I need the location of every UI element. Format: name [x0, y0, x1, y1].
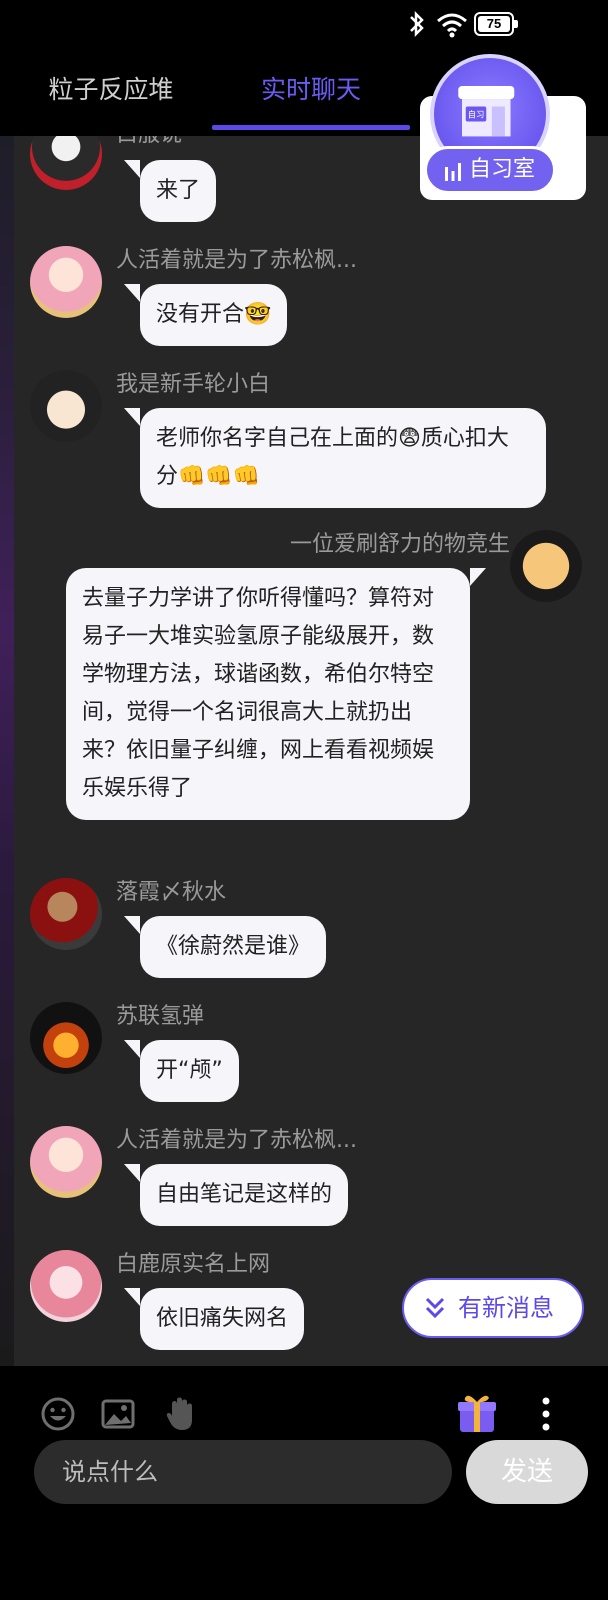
bluetooth-icon	[410, 10, 424, 38]
emoji-icon[interactable]	[40, 1396, 76, 1432]
wifi-icon	[437, 13, 467, 38]
new-messages-label: 有新消息	[458, 1294, 554, 1322]
sender-name: 人活着就是为了赤松枫...	[116, 1128, 357, 1153]
sender-name: 白鹿原实名上网	[116, 1252, 271, 1277]
avatar[interactable]	[30, 1002, 102, 1074]
sender-name: 我是新手轮小白	[116, 372, 271, 397]
battery-level: 75	[478, 16, 510, 32]
tab-live-chat-label: 实时聊天	[260, 75, 361, 104]
avatar[interactable]	[30, 136, 102, 190]
message-bubble[interactable]: 没有开合🤓	[123, 284, 288, 346]
background-strip	[0, 136, 14, 1366]
message-bubble[interactable]: 开“颅”	[124, 1040, 239, 1102]
send-button[interactable]: 发送	[466, 1440, 588, 1504]
message-bubble[interactable]: 依旧痛失网名	[123, 1288, 305, 1350]
bar-chart-icon	[445, 163, 461, 181]
more-icon[interactable]	[536, 1396, 556, 1432]
avatar[interactable]	[510, 530, 582, 602]
active-tab-underline	[212, 125, 410, 130]
avatar[interactable]	[30, 878, 102, 950]
double-chevron-down-icon	[425, 1297, 445, 1319]
input-toolbar: 说点什么 发送	[0, 1366, 608, 1600]
study-room-label: 自习室	[469, 157, 536, 182]
avatar[interactable]	[30, 1250, 102, 1322]
avatar[interactable]	[30, 370, 102, 442]
study-room-button[interactable]: 自习室	[424, 146, 556, 194]
svg-text:自习: 自习	[468, 110, 485, 120]
avatar[interactable]	[30, 246, 102, 318]
sender-name: 白服说	[116, 136, 182, 148]
tab-live-chat[interactable]: 实时聊天	[212, 70, 410, 130]
sender-name: 落霞〆秋水	[116, 880, 227, 905]
battery-indicator: 75	[474, 12, 518, 36]
message-bubble[interactable]: 自由笔记是这样的	[123, 1164, 349, 1226]
new-messages-button[interactable]: 有新消息	[402, 1278, 584, 1338]
message-bubble[interactable]: 来了	[123, 160, 217, 222]
raise-hand-icon[interactable]	[162, 1396, 198, 1432]
chat-panel[interactable]: 白服说 来了 人活着就是为了赤松枫... 没有开合🤓 我是新手轮小白 老师你名字…	[14, 136, 608, 1366]
avatar[interactable]	[30, 1126, 102, 1198]
message-bubble[interactable]: 去量子力学讲了你听得懂吗？算符对易子一大堆实验氢原子能级展开，数学物理方法，球谐…	[66, 568, 486, 820]
sender-name: 一位爱刷舒力的物竞生	[289, 532, 510, 557]
message-bubble[interactable]: 《徐蔚然是谁》	[123, 916, 327, 978]
sender-name: 苏联氢弹	[116, 1004, 205, 1029]
tab-particle-reactor[interactable]: 粒子反应堆	[20, 70, 202, 130]
gift-icon[interactable]	[454, 1390, 500, 1436]
message-bubble[interactable]: 老师你名字自己在上面的😨质心扣大分👊👊👊	[124, 408, 546, 508]
status-bar: 75	[0, 0, 608, 48]
message-input[interactable]: 说点什么	[34, 1440, 452, 1504]
image-icon[interactable]	[100, 1396, 136, 1432]
sender-name: 人活着就是为了赤松枫...	[116, 248, 357, 273]
